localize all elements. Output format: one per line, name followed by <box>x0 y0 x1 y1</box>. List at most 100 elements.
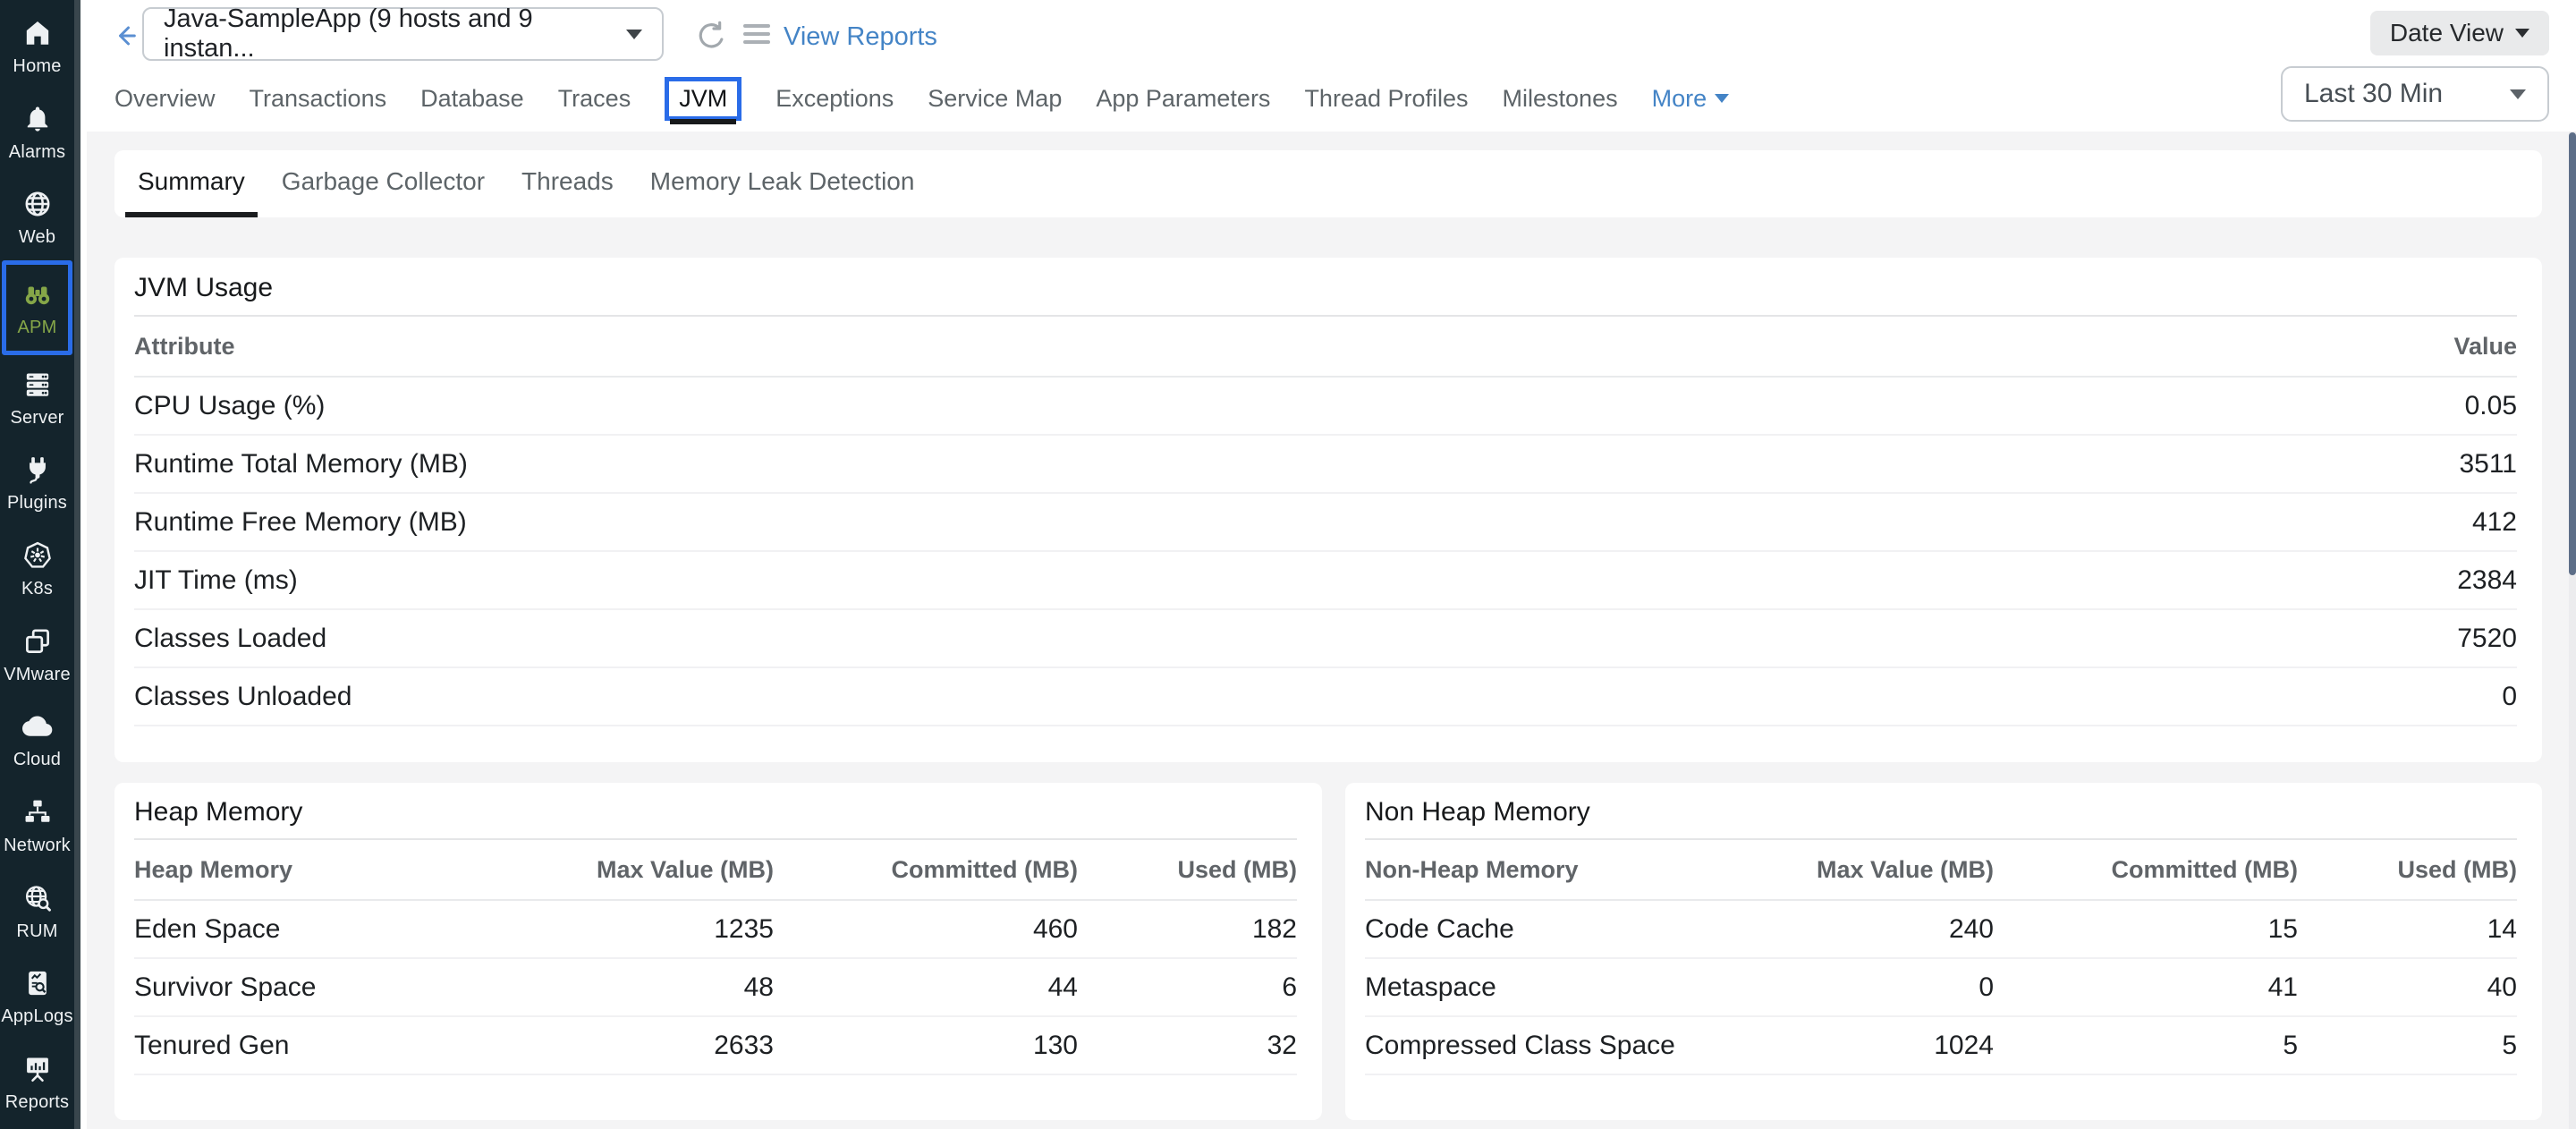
home-icon <box>20 16 55 50</box>
sidebar-item-label: APM <box>18 318 57 338</box>
k8s-icon <box>20 539 55 573</box>
row-value: 0.05 <box>2231 391 2517 421</box>
sidebar-item-vmware[interactable]: VMware <box>0 612 74 698</box>
apm-icon <box>20 277 55 311</box>
subtab-threads[interactable]: Threads <box>509 150 626 217</box>
sidebar-item-cloud[interactable]: Cloud <box>0 698 74 784</box>
sidebar-item-server[interactable]: Server <box>0 355 74 441</box>
row-value: 240 <box>1699 914 1994 945</box>
server-icon <box>20 368 55 402</box>
time-range-selector[interactable]: Last 30 Min <box>2281 66 2549 122</box>
alarms-icon <box>20 102 55 136</box>
row-label: Tenured Gen <box>134 1031 479 1061</box>
sidebar-item-rum[interactable]: RUM <box>0 869 74 955</box>
column-header: Max Value (MB) <box>479 856 774 884</box>
row-label: Survivor Space <box>134 972 479 1003</box>
tab-more[interactable]: More <box>1652 85 1730 113</box>
tab-database[interactable]: Database <box>420 85 524 113</box>
table-row: Code Cache2401514 <box>1365 901 2517 959</box>
memory-cards-row: Heap Memory Heap MemoryMax Value (MB)Com… <box>114 783 2542 1120</box>
tab-service-map[interactable]: Service Map <box>928 85 1062 113</box>
plugins-icon <box>20 453 55 487</box>
row-value: 0 <box>1699 972 1994 1003</box>
sidebar-item-web[interactable]: Web <box>0 174 74 260</box>
row-label: CPU Usage (%) <box>134 391 2231 421</box>
sidebar-item-label: Cloud <box>13 750 61 770</box>
sidebar-item-label: RUM <box>16 921 57 942</box>
column-header: Non-Heap Memory <box>1365 856 1699 884</box>
tab-traces[interactable]: Traces <box>558 85 631 113</box>
menu-icon[interactable] <box>743 24 770 44</box>
sidebar-item-reports[interactable]: Reports <box>0 1040 74 1125</box>
table-header: AttributeValue <box>134 317 2517 378</box>
date-view-button[interactable]: Date View <box>2370 11 2549 55</box>
row-label: Eden Space <box>134 914 479 945</box>
table-row: Runtime Free Memory (MB)412 <box>134 494 2517 552</box>
table-row: Metaspace04140 <box>1365 959 2517 1017</box>
vertical-scrollbar[interactable] <box>2569 132 2576 1129</box>
vmware-icon <box>20 624 55 658</box>
row-value: 32 <box>1078 1031 1297 1061</box>
sidebar-item-k8s[interactable]: K8s <box>0 526 74 612</box>
table-header: Heap MemoryMax Value (MB)Committed (MB)U… <box>134 840 1297 901</box>
row-value: 5 <box>1994 1031 2298 1061</box>
row-value: 40 <box>2298 972 2517 1003</box>
sidebar-item-label: Network <box>4 836 71 856</box>
sidebar: Home Alarms Web APM ServerPluginsK8sVMware Cl… <box>0 0 80 1129</box>
row-value: 7520 <box>2231 624 2517 654</box>
application-selector-value: Java-SampleApp (9 hosts and 9 instan... <box>164 4 626 64</box>
table-header: Non-Heap MemoryMax Value (MB)Committed (… <box>1365 840 2517 901</box>
row-value: 2633 <box>479 1031 774 1061</box>
row-value: 2384 <box>2231 565 2517 596</box>
row-value: 460 <box>774 914 1078 945</box>
jvm-usage-card: JVM Usage AttributeValue CPU Usage (%)0.… <box>114 258 2542 762</box>
row-label: Runtime Total Memory (MB) <box>134 449 2231 480</box>
sidebar-item-label: AppLogs <box>1 1006 72 1027</box>
row-value: 41 <box>1994 972 2298 1003</box>
table-body: Code Cache2401514Metaspace04140 Compresse… <box>1365 901 2517 1075</box>
tab-exceptions[interactable]: Exceptions <box>775 85 894 113</box>
tab-milestones[interactable]: Milestones <box>1503 85 1618 113</box>
table-row: Tenured Gen263313032 <box>134 1017 1297 1075</box>
refresh-icon[interactable] <box>693 19 729 59</box>
back-arrow-icon[interactable] <box>108 18 144 58</box>
sidebar-item-plugins[interactable]: Plugins <box>0 440 74 526</box>
table-row: Survivor Space48446 <box>134 959 1297 1017</box>
row-label: JIT Time (ms) <box>134 565 2231 596</box>
column-header: Heap Memory <box>134 856 479 884</box>
sidebar-item-applogs[interactable]: AppLogs <box>0 955 74 1040</box>
subtab-summary[interactable]: Summary <box>125 150 258 217</box>
tab-app-parameters[interactable]: App Parameters <box>1096 85 1270 113</box>
section-title: Non Heap Memory <box>1365 783 2517 838</box>
column-header: Max Value (MB) <box>1699 856 1994 884</box>
row-value: 6 <box>1078 972 1297 1003</box>
web-icon <box>20 187 55 221</box>
tab-transactions[interactable]: Transactions <box>250 85 387 113</box>
view-reports-link[interactable]: View Reports <box>784 22 937 52</box>
row-value: 0 <box>2231 682 2517 712</box>
column-header: Used (MB) <box>2298 856 2517 884</box>
row-value: 130 <box>774 1031 1078 1061</box>
sidebar-item-apm[interactable]: APM <box>2 260 72 355</box>
row-label: Runtime Free Memory (MB) <box>134 507 2231 538</box>
subtab-memory-leak-detection[interactable]: Memory Leak Detection <box>638 150 928 217</box>
scrollbar-thumb[interactable] <box>2569 132 2576 575</box>
row-value: 182 <box>1078 914 1297 945</box>
subtab-garbage-collector[interactable]: Garbage Collector <box>269 150 497 217</box>
column-header: Value <box>2231 333 2517 361</box>
row-label: Classes Unloaded <box>134 682 2231 712</box>
sidebar-item-network[interactable]: Network <box>0 783 74 869</box>
main-area: Java-SampleApp (9 hosts and 9 instan... … <box>87 0 2576 1129</box>
application-selector[interactable]: Java-SampleApp (9 hosts and 9 instan... <box>142 7 664 61</box>
tab-bar: Overview Transactions Database Traces JVM Exc… <box>114 72 1729 125</box>
sidebar-item-label: Alarms <box>9 142 65 163</box>
sidebar-item-alarms[interactable]: Alarms <box>0 89 74 175</box>
table-body: CPU Usage (%)0.05Runtime Total Memory (M… <box>134 378 2517 726</box>
tab-overview[interactable]: Overview <box>114 85 216 113</box>
tab-jvm[interactable]: JVM <box>665 77 741 121</box>
tab-thread-profiles[interactable]: Thread Profiles <box>1304 85 1468 113</box>
row-label: Compressed Class Space <box>1365 1031 1699 1061</box>
row-value: 412 <box>2231 507 2517 538</box>
sidebar-item-home[interactable]: Home <box>0 4 74 89</box>
sidebar-item-label: Reports <box>5 1092 69 1113</box>
